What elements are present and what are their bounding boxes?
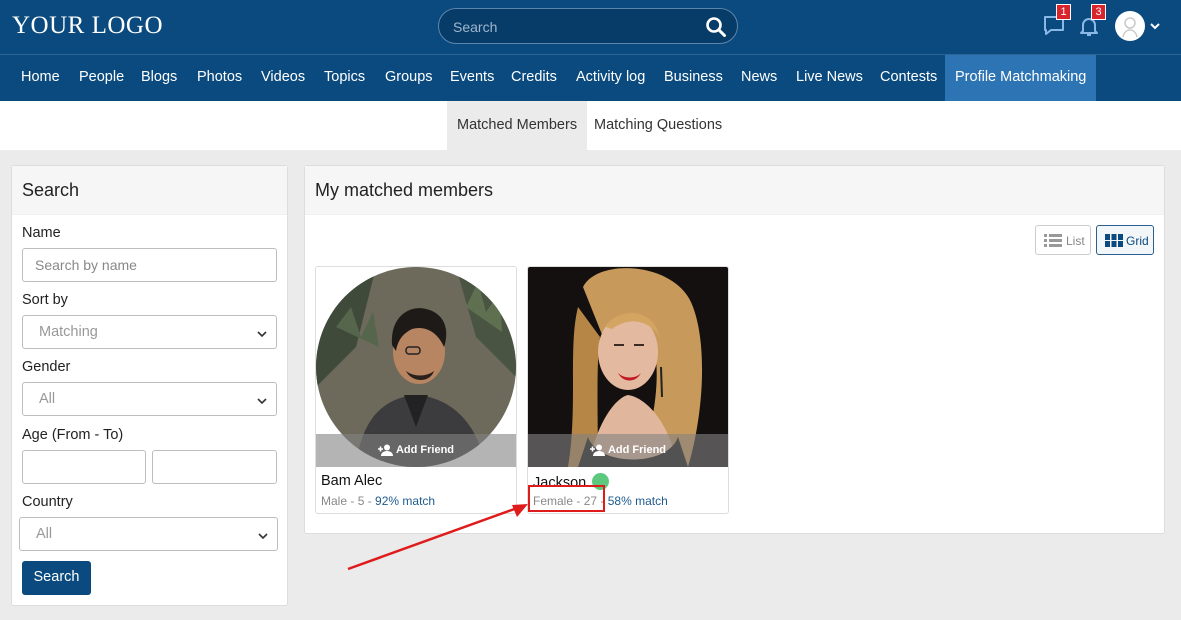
- country-value: All: [36, 526, 53, 542]
- nav-item-profile-matchmaking[interactable]: Profile Matchmaking: [945, 55, 1097, 101]
- top-header: YOUR LOGO 1 3: [0, 0, 1181, 54]
- chevron-down-icon: [256, 394, 268, 406]
- search-panel: Search Name Sort by Matching Gender All …: [11, 165, 288, 606]
- main-nav: Home People Blogs Photos Videos Topics G…: [0, 54, 1181, 101]
- chevron-down-icon: [256, 327, 268, 339]
- add-friend-label: Add Friend: [395, 444, 455, 456]
- nav-item-contests[interactable]: Contests: [880, 55, 937, 101]
- chevron-down-icon: [257, 529, 269, 541]
- age-label: Age (From - To): [22, 427, 124, 443]
- add-friend-button[interactable]: Add Friend: [316, 434, 516, 467]
- member-card[interactable]: Add Friend Jackson Female - 27 - 58% mat…: [527, 266, 729, 514]
- global-search-input[interactable]: [453, 17, 693, 37]
- nav-item-groups[interactable]: Groups: [385, 55, 433, 101]
- tab-matched-members[interactable]: Matched Members: [447, 101, 588, 150]
- add-friend-icon: [377, 444, 393, 456]
- global-search: [438, 8, 738, 44]
- name-label: Name: [22, 225, 61, 241]
- results-title: My matched members: [315, 180, 494, 200]
- notifications-badge: 3: [1091, 4, 1106, 20]
- gender-label: Gender: [22, 359, 71, 375]
- grid-icon: [1105, 234, 1123, 247]
- view-list-button[interactable]: List: [1035, 225, 1091, 255]
- member-match: 58% match: [607, 494, 668, 508]
- nav-item-events[interactable]: Events: [450, 55, 494, 101]
- nav-item-photos[interactable]: Photos: [197, 55, 242, 101]
- annotation-arrow: [347, 504, 528, 571]
- nav-item-topics[interactable]: Topics: [324, 55, 365, 101]
- age-to-input[interactable]: [152, 450, 277, 484]
- nav-item-news[interactable]: News: [741, 55, 777, 101]
- messages-badge: 1: [1056, 4, 1071, 20]
- nav-item-videos[interactable]: Videos: [261, 55, 305, 101]
- site-logo[interactable]: YOUR LOGO: [12, 12, 163, 40]
- view-list-label: List: [1066, 234, 1085, 248]
- view-grid-button[interactable]: Grid: [1096, 225, 1154, 255]
- member-name[interactable]: Bam Alec: [321, 473, 382, 489]
- add-friend-button[interactable]: Add Friend: [528, 434, 728, 467]
- member-card[interactable]: Add Friend Bam Alec Male - 5 - 92% match: [315, 266, 517, 514]
- sort-by-select[interactable]: Matching: [22, 315, 277, 349]
- country-select[interactable]: All: [19, 517, 278, 551]
- name-search-input[interactable]: [22, 248, 277, 282]
- list-icon: [1044, 234, 1062, 247]
- age-from-input[interactable]: [22, 450, 146, 484]
- add-friend-icon: [589, 444, 605, 456]
- nav-item-activity-log[interactable]: Activity log: [576, 55, 645, 101]
- avatar: [1115, 11, 1145, 41]
- search-panel-title: Search: [22, 180, 80, 200]
- nav-item-home[interactable]: Home: [21, 55, 60, 101]
- gender-value: All: [39, 391, 56, 407]
- search-icon[interactable]: [705, 16, 727, 38]
- country-label: Country: [22, 494, 73, 510]
- user-menu[interactable]: [1115, 11, 1163, 41]
- sort-by-value: Matching: [39, 324, 98, 340]
- nav-item-credits[interactable]: Credits: [511, 55, 557, 101]
- gender-select[interactable]: All: [22, 382, 277, 416]
- chevron-down-icon: [1149, 19, 1161, 31]
- tab-matching-questions[interactable]: Matching Questions: [584, 101, 732, 150]
- add-friend-label: Add Friend: [607, 444, 667, 456]
- nav-item-people[interactable]: People: [79, 55, 124, 101]
- nav-item-blogs[interactable]: Blogs: [141, 55, 177, 101]
- sub-tabs: Matched Members Matching Questions: [0, 101, 1181, 150]
- sort-by-label: Sort by: [22, 292, 68, 308]
- nav-item-business[interactable]: Business: [664, 55, 723, 101]
- view-grid-label: Grid: [1126, 234, 1149, 248]
- matched-members-panel: My matched members List Grid Add Friend …: [304, 165, 1165, 534]
- nav-item-live-news[interactable]: Live News: [796, 55, 863, 101]
- search-button[interactable]: Search: [22, 561, 91, 595]
